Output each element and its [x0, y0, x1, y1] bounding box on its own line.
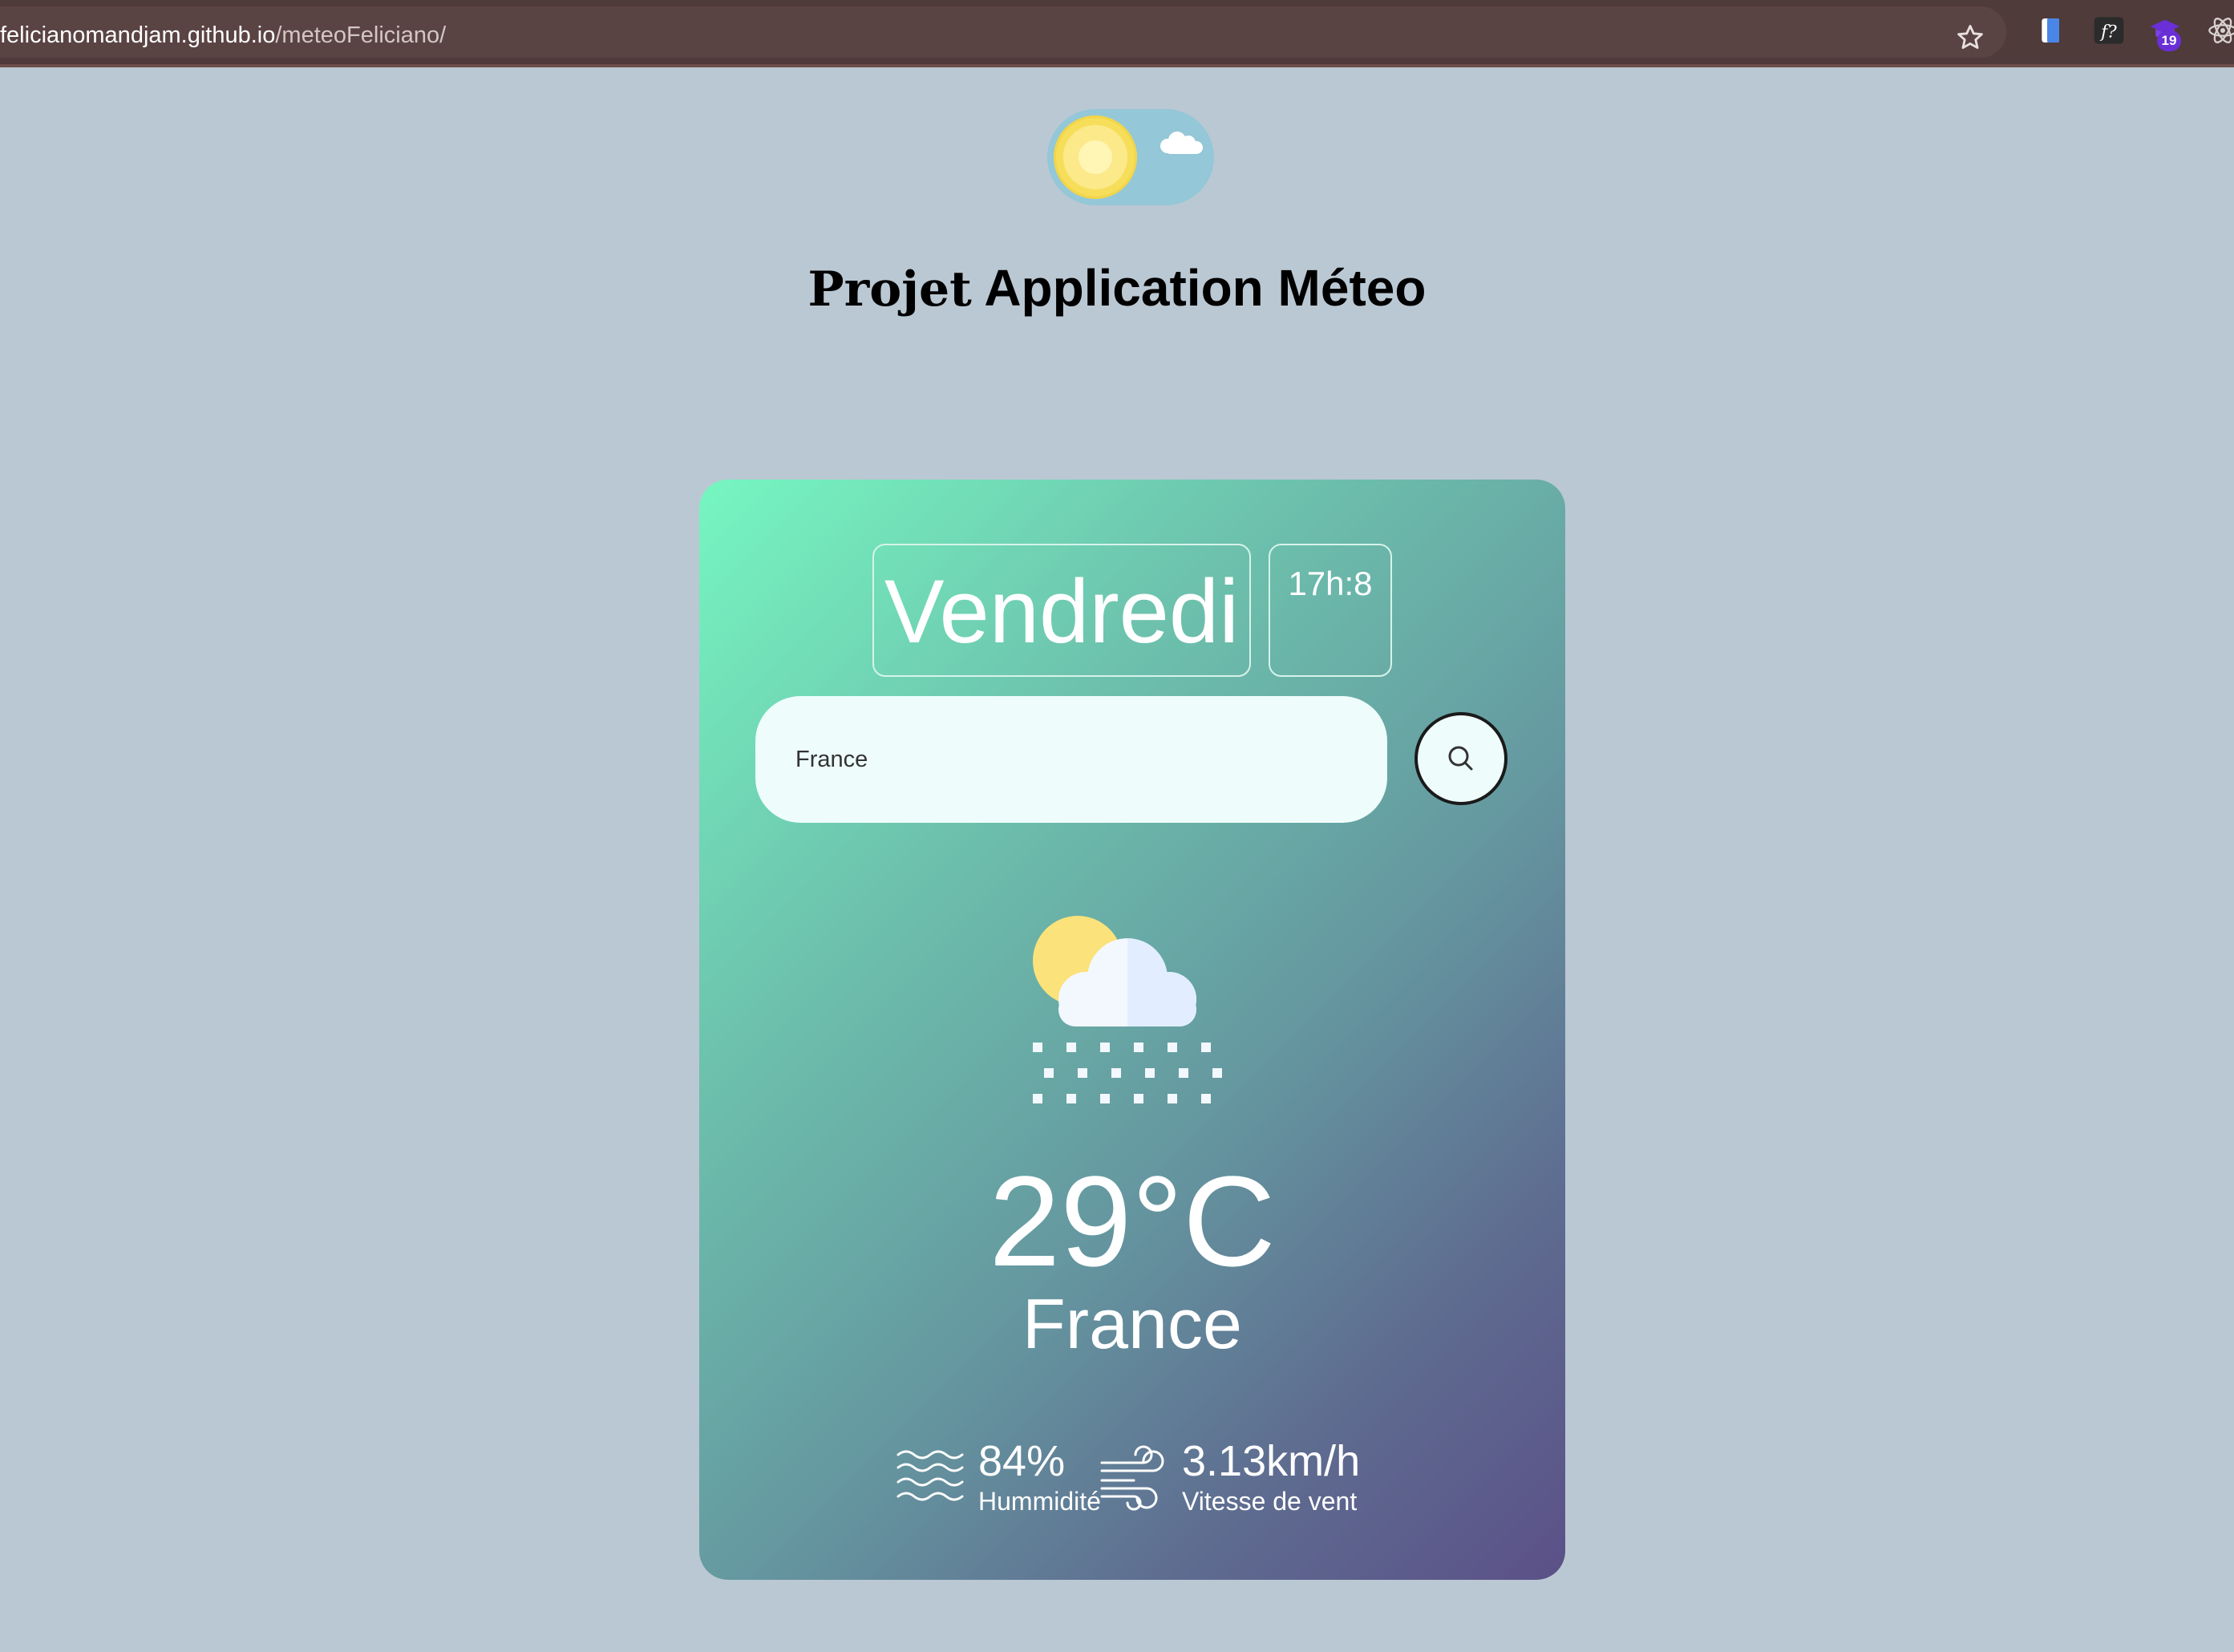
wind-speed-label: Vitesse de vent — [1182, 1487, 1358, 1516]
wind-speed-value: 3.13km/h — [1182, 1437, 1361, 1485]
humidity-value: 84% — [978, 1437, 1066, 1485]
city-name: France — [1022, 1284, 1242, 1363]
browser-toolbar: felicianomandjam.github.io/meteoFelician… — [0, 0, 2234, 67]
address-bar[interactable]: felicianomandjam.github.io/meteoFelician… — [0, 6, 2006, 58]
bookmark-star-icon[interactable] — [1955, 22, 1985, 53]
extension-react-icon[interactable] — [2207, 14, 2234, 47]
time-display: 17h:8 — [1269, 544, 1392, 677]
svg-text:f?: f? — [2099, 22, 2117, 42]
extension-document-icon[interactable] — [2035, 14, 2067, 47]
extension-function-icon[interactable]: f? — [2093, 14, 2125, 47]
search-button[interactable] — [1414, 712, 1508, 805]
city-search-input[interactable] — [755, 696, 1387, 823]
humidity-waves-icon — [896, 1450, 964, 1501]
theme-toggle-logo[interactable] — [1047, 109, 1214, 205]
cloud-icon — [1160, 132, 1203, 154]
sun-icon — [1054, 115, 1137, 199]
page-title: Projet Application Méteo — [0, 258, 2234, 318]
url-path: /meteoFeliciano/ — [275, 22, 447, 48]
humidity-label: Hummidité — [978, 1487, 1101, 1516]
temperature-value: 29°C — [989, 1149, 1276, 1293]
url-text[interactable]: felicianomandjam.github.io/meteoFelician… — [0, 22, 446, 49]
search-icon — [1448, 746, 1473, 771]
day-display: Vendredi — [872, 544, 1251, 677]
page-title-part1: Projet — [807, 261, 972, 318]
weather-card: Vendredi 17h:8 France 29°C France 84% Hu… — [699, 480, 1565, 1580]
extension-badge-count: 19 — [2157, 30, 2181, 51]
page-title-part2: Application Méteo — [984, 259, 1427, 317]
wind-icon — [1100, 1445, 1164, 1511]
url-host: felicianomandjam.github.io — [0, 22, 276, 48]
sun-cloud-snow-icon — [1033, 916, 1222, 1103]
